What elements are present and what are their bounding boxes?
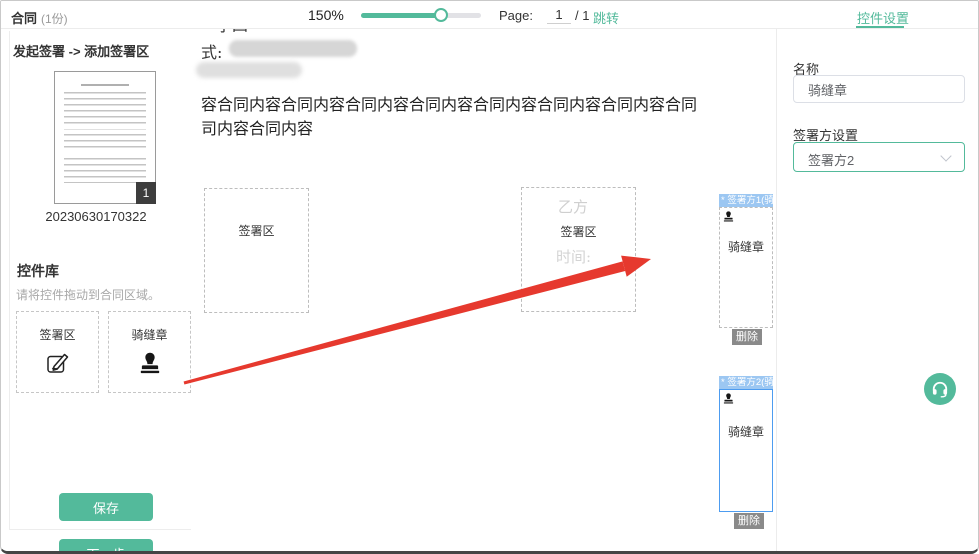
page-total: / 1 (575, 8, 589, 23)
drag-control-label: 骑缝章 (109, 326, 190, 343)
sign-area-placeholder-2[interactable]: 乙方 签署区 时间: (521, 187, 636, 312)
widget-header-signer2: * 签署方2(骑缝章) (719, 376, 773, 389)
widget-header-signer1: * 签署方1(骑缝章) (719, 194, 773, 207)
sidebar-breadcrumb: 发起签署 -> 添加签署区 (13, 41, 149, 60)
widget-body-selected[interactable]: 骑缝章 (719, 389, 773, 512)
paging-seal-widget-2[interactable]: * 签署方2(骑缝章) 骑缝章 (719, 376, 773, 512)
drag-control-sign-area[interactable]: 签署区 (16, 311, 99, 393)
zoom-slider-fill (361, 13, 441, 18)
sign-area-label: 签署区 (522, 223, 635, 240)
delete-widget2-button[interactable]: 删除 (734, 513, 764, 529)
sign-area-label: 签署区 (205, 222, 308, 239)
redacted-text-block (196, 62, 302, 78)
delete-widget1-button[interactable]: 删除 (732, 329, 762, 345)
support-fab-button[interactable] (924, 373, 956, 405)
right-settings-panel: 名称 签署方设置 签署方2 (776, 29, 979, 554)
sign-area-placeholder-1[interactable]: 签署区 (204, 188, 309, 313)
document-paragraph: 容合同内容合同内容合同内容合同内容合同内容合同内容合同内容合同 司内容合同内容 (201, 93, 731, 141)
signer-select[interactable]: 签署方2 (793, 142, 965, 172)
document-viewport: 字四 式: 容合同内容合同内容合同内容合同内容合同内容合同内容合同内容合同 司内… (191, 29, 776, 554)
thumbnail-page-badge: 1 (136, 182, 156, 204)
control-library-title: 控件库 (17, 261, 59, 281)
page-thumbnail[interactable]: 1 (54, 71, 156, 204)
page-label: Page: (499, 8, 533, 23)
control-library-hint: 请将控件拖动到合同区域。 (16, 286, 160, 303)
widget-body[interactable]: 骑缝章 (719, 207, 773, 328)
drag-control-paging-seal[interactable]: 骑缝章 (108, 311, 191, 393)
contract-label: 合同 (11, 11, 37, 26)
time-label-text: 时间: (556, 246, 591, 267)
main-area: 发起签署 -> 添加签署区 1 20230630170322 控件库 请将控件拖… (1, 29, 979, 554)
save-button[interactable]: 保存 (59, 493, 153, 521)
contract-title: 合同 (1份) (11, 8, 68, 27)
left-sidebar: 发起签署 -> 添加签署区 1 20230630170322 控件库 请将控件拖… (1, 29, 191, 554)
stamp-icon (722, 392, 735, 405)
stamp-icon (137, 350, 163, 376)
zoom-slider-handle[interactable] (434, 8, 448, 22)
page-jump-link[interactable]: 跳转 (593, 8, 619, 27)
next-step-button[interactable]: 下一步 (59, 539, 153, 554)
document-id: 20230630170322 (1, 209, 191, 224)
thumbnail-paragraph-gap (55, 150, 155, 155)
sidebar-bottom-divider (9, 529, 191, 530)
drag-control-label: 签署区 (17, 326, 98, 343)
widget-label: 骑缝章 (720, 423, 772, 440)
thumbnail-text-lines (64, 92, 146, 183)
signature-icon (45, 350, 71, 376)
tab-control-settings[interactable]: 控件设置 (857, 8, 909, 27)
document-clipped-text: 字四 (216, 29, 248, 34)
zoom-slider[interactable] (361, 13, 481, 18)
thumbnail-paragraph-gap (55, 124, 155, 129)
party-b-text: 乙方 (558, 196, 588, 217)
paging-seal-widget-1[interactable]: * 签署方1(骑缝章) 骑缝章 (719, 194, 773, 328)
document-field-prefix: 式: (201, 39, 222, 63)
redacted-text-block (229, 40, 357, 57)
zoom-percent: 150% (308, 7, 344, 23)
contract-count: (1份) (41, 12, 68, 26)
top-toolbar: 合同 (1份) 150% Page: / 1 跳转 控件设置 (1, 1, 978, 29)
sidebar-left-divider (9, 31, 10, 529)
stamp-icon (722, 210, 735, 223)
chevron-down-icon (940, 150, 951, 161)
paragraph-line: 司内容合同内容 (201, 117, 731, 141)
paragraph-line: 容合同内容合同内容合同内容合同内容合同内容合同内容合同内容合同 (201, 93, 731, 117)
signer-select-value: 签署方2 (808, 150, 854, 169)
app-window: 合同 (1份) 150% Page: / 1 跳转 控件设置 发起签署 -> 添加… (0, 0, 979, 554)
thumbnail-title-line (81, 84, 129, 86)
tab-active-underline (856, 26, 904, 28)
name-input[interactable] (793, 75, 965, 103)
widget-label: 骑缝章 (720, 238, 772, 255)
page-number-input[interactable] (547, 6, 571, 24)
